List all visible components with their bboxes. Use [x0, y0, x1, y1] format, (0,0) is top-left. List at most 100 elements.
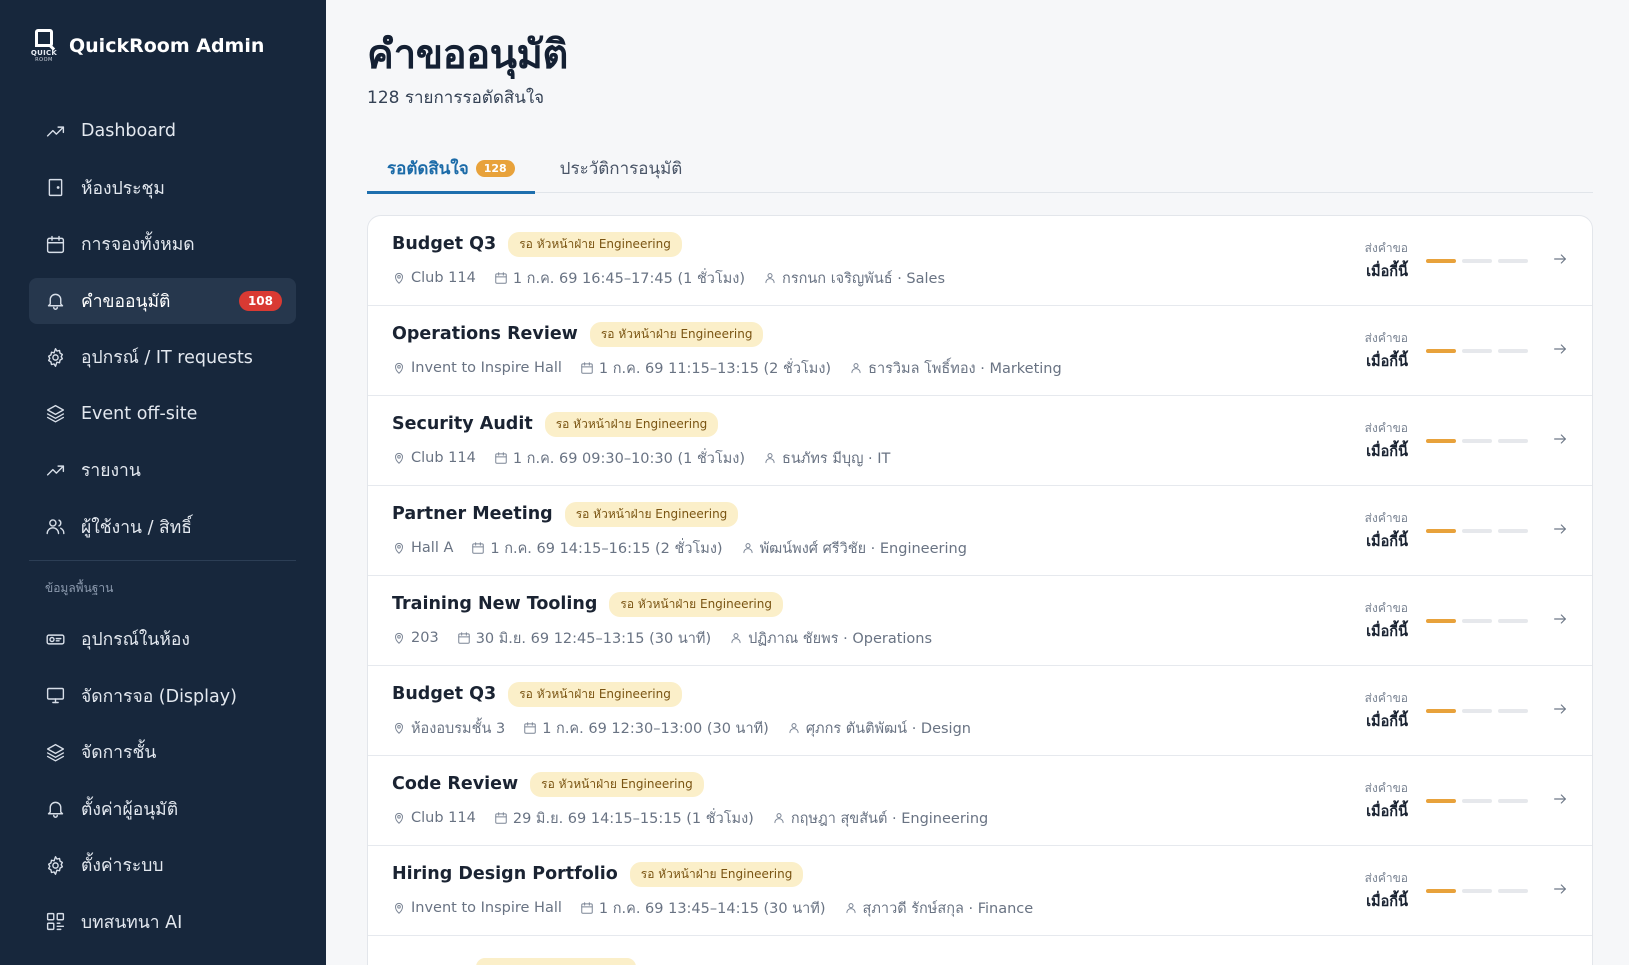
sidebar-item-main-4[interactable]: อุปกรณ์ / IT requests: [29, 334, 296, 380]
sidebar-item-settings-1[interactable]: จัดการจอ (Display): [29, 673, 296, 719]
request-meta: Club 114 1 ก.ค. 69 09:30–10:30 (1 ชั่วโมง…: [392, 447, 1365, 470]
request-row[interactable]: Budget Q3 รอ หัวหน้าฝ่าย Engineering ห้องอ…: [368, 666, 1592, 756]
request-row[interactable]: Partner Meeting รอ หัวหน้าฝ่าย Engineerin…: [368, 486, 1592, 576]
approval-step: [1498, 348, 1528, 353]
sidebar-item-label: คำขออนุมัติ: [81, 291, 171, 312]
sidebar-nav-secondary: อุปกรณ์ในห้องจัดการจอ (Display) จัดการชั้…: [29, 616, 296, 945]
request-room-group: ห้องอบรมชั้น 3: [392, 717, 505, 740]
sidebar-item-main-1[interactable]: ห้องประชุม: [29, 165, 296, 211]
sidebar-item-settings-4[interactable]: ตั้งค่าระบบ: [29, 842, 296, 888]
approval-step: [1462, 528, 1492, 533]
location-pin-icon: [392, 721, 411, 735]
request-time-group: 29 มิ.ย. 69 14:15–15:15 (1 ชั่วโมง): [494, 807, 754, 830]
request-row[interactable]: Hiring Design Portfolio รอ หัวหน้าฝ่าย En…: [368, 846, 1592, 936]
request-meta: Invent to Inspire Hall 1 ก.ค. 69 13:45–14…: [392, 897, 1365, 920]
sidebar-item-settings-2[interactable]: จัดการชั้น: [29, 729, 296, 775]
user-icon: [844, 901, 863, 915]
sent-time: ส่งคำขอ เมื่อกี้นี้: [1365, 869, 1408, 913]
sidebar-item-main-3[interactable]: คำขออนุมัติ 108: [29, 277, 296, 324]
tab-pending[interactable]: รอตัดสินใจ 128: [367, 143, 535, 194]
calendar-icon: [580, 361, 599, 375]
calendar-icon: [494, 451, 513, 465]
user-icon: [849, 361, 868, 375]
request-time: 1 ก.ค. 69 13:45–14:15 (30 นาที): [598, 900, 826, 917]
brand[interactable]: QUICK ROOM QuickRoom Admin: [29, 28, 296, 64]
request-time: 1 ก.ค. 69 16:45–17:45 (1 ชั่วโมง): [512, 270, 746, 287]
arrow-right-icon[interactable]: [1552, 431, 1568, 451]
sidebar-item-main-5[interactable]: Event off-site: [29, 391, 296, 437]
sidebar-item-label: ห้องประชุม: [81, 178, 165, 199]
sent-time: ส่งคำขอ เมื่อกี้นี้: [1365, 329, 1408, 373]
approval-step: [1462, 798, 1492, 803]
request-requester: ธารวิมล โพธิ์ทอง · Marketing: [868, 360, 1062, 377]
request-time: 1 ก.ค. 69 11:15–13:15 (2 ชั่วโมง): [598, 360, 832, 377]
request-row-partial: [368, 936, 1592, 965]
status-badge-partial: [476, 958, 636, 965]
request-title: Code Review: [392, 774, 519, 794]
request-room-group: Hall A: [392, 540, 453, 556]
approval-progress: [1426, 708, 1528, 713]
sidebar-item-main-0[interactable]: Dashboard: [29, 108, 296, 154]
request-room: Club 114: [411, 270, 476, 286]
brand-name: QuickRoom Admin: [69, 35, 265, 57]
request-time-group: 30 มิ.ย. 69 12:45–13:15 (30 นาที): [457, 627, 711, 650]
request-row[interactable]: Operations Review รอ หัวหน้าฝ่าย Engineer…: [368, 306, 1592, 396]
arrow-right-icon[interactable]: [1552, 881, 1568, 901]
bell-icon: [43, 289, 67, 313]
approval-step: [1426, 798, 1456, 803]
request-row[interactable]: Security Audit รอ หัวหน้าฝ่าย Engineering…: [368, 396, 1592, 486]
sidebar-item-main-7[interactable]: ผู้ใช้งาน / สิทธิ์: [29, 504, 296, 550]
request-row[interactable]: Training New Tooling รอ หัวหน้าฝ่าย Engin…: [368, 576, 1592, 666]
request-title: Hiring Design Portfolio: [392, 864, 618, 884]
location-pin-icon: [392, 631, 411, 645]
arrow-right-icon[interactable]: [1552, 791, 1568, 811]
sent-label: ส่งคำขอ: [1364, 330, 1408, 345]
page-subtitle: 128 รายการรอตัดสินใจ: [367, 88, 545, 108]
request-meta: Invent to Inspire Hall 1 ก.ค. 69 11:15–13…: [392, 357, 1365, 380]
sidebar-item-settings-0[interactable]: อุปกรณ์ในห้อง: [29, 616, 296, 662]
sent-value: เมื่อกี้นี้: [1366, 623, 1408, 640]
tab-label: รอตัดสินใจ: [387, 158, 469, 179]
location-pin-icon: [392, 901, 411, 915]
approval-step: [1498, 888, 1528, 893]
sidebar-item-main-2[interactable]: การจองทั้งหมด: [29, 221, 296, 267]
request-row[interactable]: Code Review รอ หัวหน้าฝ่าย Engineering Clu…: [368, 756, 1592, 846]
arrow-right-icon[interactable]: [1552, 611, 1568, 631]
request-info: Training New Tooling รอ หัวหน้าฝ่าย Engin…: [392, 591, 1365, 650]
monitor-icon: [43, 684, 67, 708]
status-badge: รอ หัวหน้าฝ่าย Engineering: [508, 231, 682, 257]
trending-up-icon: [43, 458, 67, 482]
status-badge: รอ หัวหน้าฝ่าย Engineering: [508, 681, 682, 707]
request-title-line: Budget Q3 รอ หัวหน้าฝ่าย Engineering: [392, 231, 1365, 257]
request-row[interactable]: Budget Q3 รอ หัวหน้าฝ่าย Engineering Club …: [368, 216, 1592, 306]
request-room: Invent to Inspire Hall: [411, 360, 562, 376]
gear-icon: [43, 853, 67, 877]
location-pin-icon: [392, 451, 411, 465]
sidebar-item-settings-5[interactable]: บทสนทนา AI: [29, 899, 296, 945]
arrow-right-icon[interactable]: [1552, 341, 1568, 361]
request-title-line: Hiring Design Portfolio รอ หัวหน้าฝ่าย En…: [392, 861, 1365, 887]
request-meta: Club 114 1 ก.ค. 69 16:45–17:45 (1 ชั่วโมง…: [392, 267, 1365, 290]
approval-step: [1426, 348, 1456, 353]
tab-history[interactable]: ประวัติการอนุมัติ: [540, 143, 703, 193]
status-badge: รอ หัวหน้าฝ่าย Engineering: [589, 321, 764, 347]
arrow-right-icon[interactable]: [1552, 521, 1568, 541]
sidebar: QUICK ROOM QuickRoom Admin Dashboard ห้อง…: [0, 0, 326, 965]
sidebar-item-main-6[interactable]: รายงาน: [29, 447, 296, 493]
layers-icon: [43, 402, 67, 426]
arrow-right-icon[interactable]: [1552, 701, 1568, 721]
sidebar-item-label: จัดการชั้น: [81, 743, 157, 763]
request-time-group: 1 ก.ค. 69 12:30–13:00 (30 นาที): [523, 717, 769, 740]
status-badge: รอ หัวหน้าฝ่าย Engineering: [530, 771, 704, 797]
approval-step: [1498, 528, 1528, 533]
request-requester-group: พัฒน์พงศ์ ศรีวิชัย · Engineering: [741, 537, 967, 560]
approval-step: [1426, 708, 1456, 713]
approval-step: [1498, 708, 1528, 713]
arrow-right-icon[interactable]: [1552, 251, 1568, 271]
sent-time: ส่งคำขอ เมื่อกี้นี้: [1365, 419, 1408, 463]
request-requester-group: ปฏิภาณ ชัยพร · Operations: [729, 627, 932, 650]
status-badge: รอ หัวหน้าฝ่าย Engineering: [609, 591, 783, 617]
request-info: Partner Meeting รอ หัวหน้าฝ่าย Engineerin…: [392, 501, 1365, 560]
request-requester: พัฒน์พงศ์ ศรีวิชัย · Engineering: [759, 540, 967, 557]
sidebar-item-settings-3[interactable]: ตั้งค่าผู้อนุมัติ: [29, 786, 296, 832]
